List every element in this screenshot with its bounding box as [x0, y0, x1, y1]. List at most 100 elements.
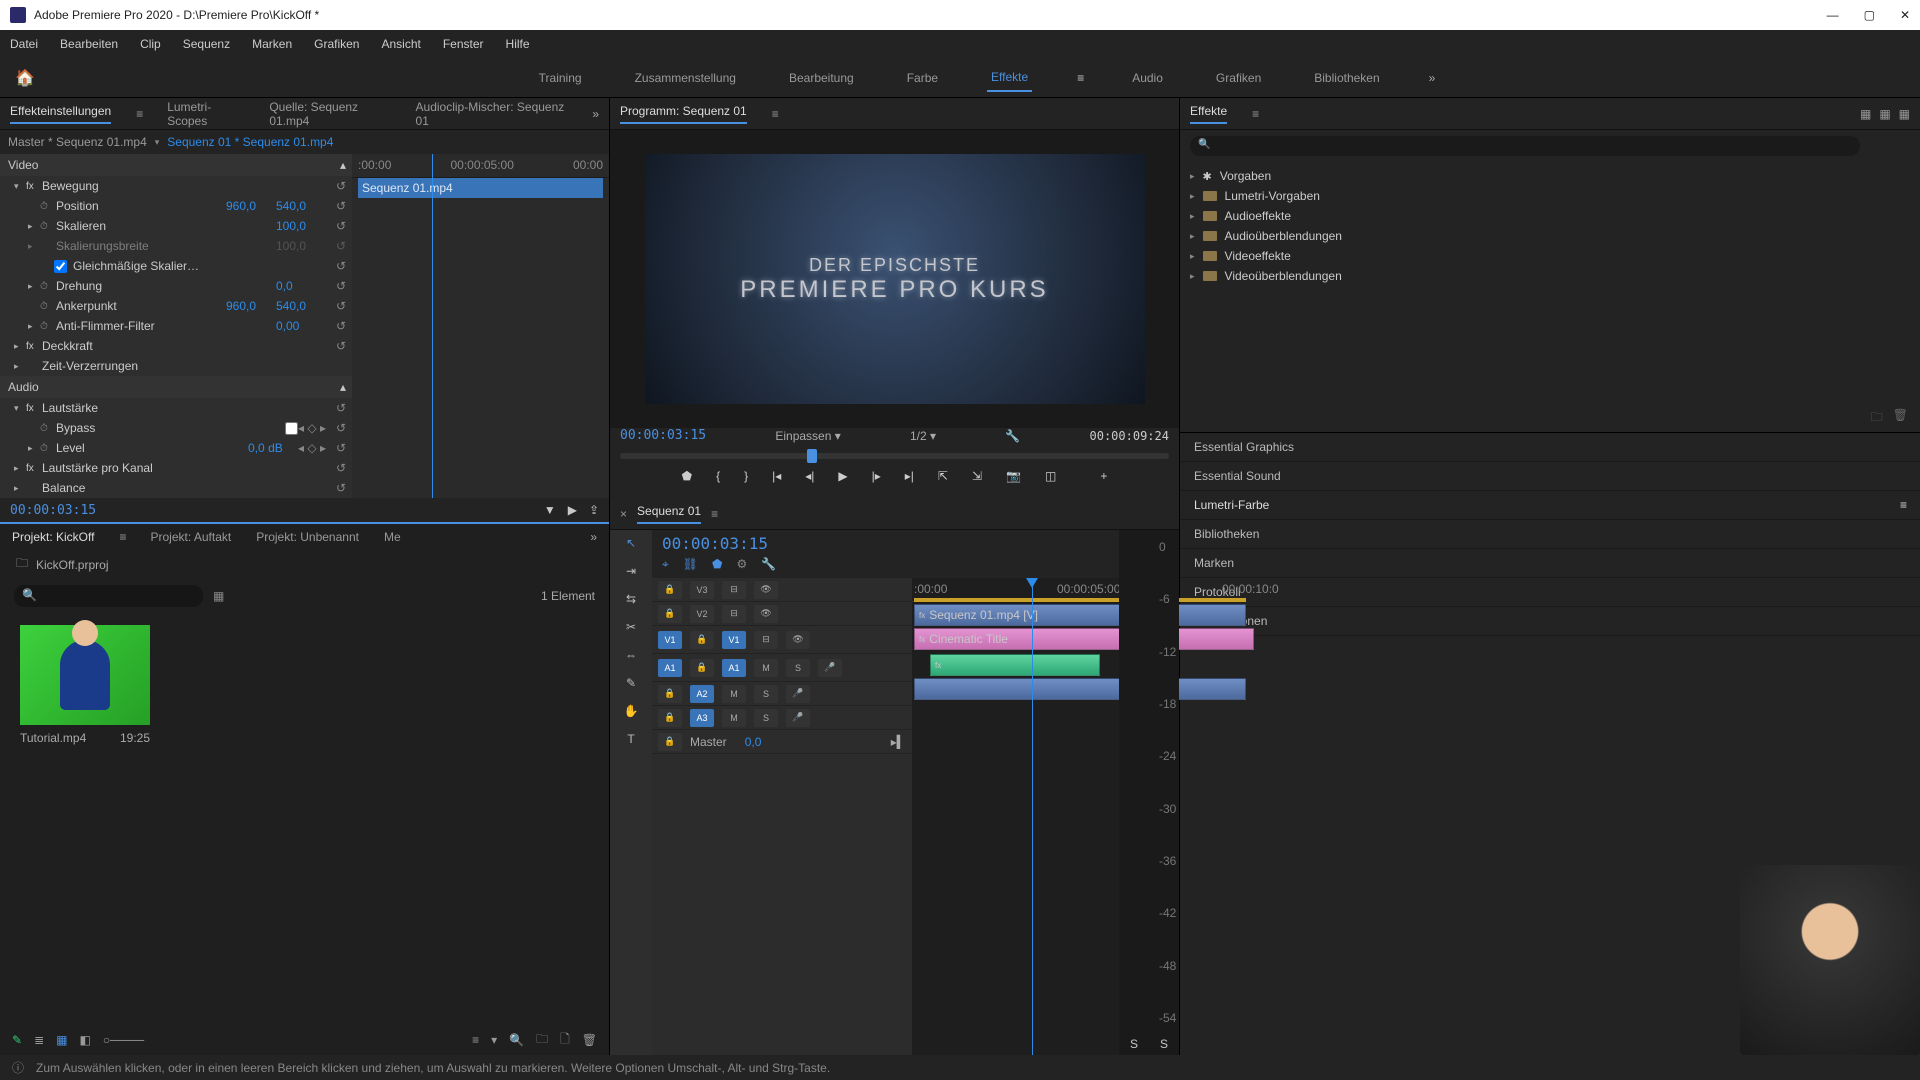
- effects-tab-menu-icon[interactable]: ≡: [1252, 107, 1258, 121]
- upload-icon[interactable]: ⇪: [589, 503, 599, 517]
- expand-icon[interactable]: ▾: [14, 403, 26, 414]
- track-master-label[interactable]: Master: [690, 735, 727, 749]
- stopwatch-icon[interactable]: ⏱: [40, 321, 56, 332]
- close-button[interactable]: ✕: [1900, 8, 1910, 22]
- ws-effekte[interactable]: Effekte: [987, 64, 1032, 92]
- anker-y[interactable]: 540,0: [276, 299, 326, 313]
- anker-x[interactable]: 960,0: [226, 299, 276, 313]
- lautstaerke-label[interactable]: Lautstärke: [42, 401, 326, 415]
- ws-grafiken[interactable]: Grafiken: [1212, 65, 1265, 91]
- expand-icon[interactable]: ▾: [14, 181, 26, 192]
- go-to-out-icon[interactable]: ▸|: [905, 469, 914, 483]
- tree-audioeffekte[interactable]: ▸Audioeffekte: [1190, 206, 1910, 226]
- menu-sequenz[interactable]: Sequenz: [183, 37, 230, 51]
- work-area-bar[interactable]: [914, 598, 1246, 602]
- ws-zusammenstellung[interactable]: Zusammenstellung: [631, 65, 740, 91]
- program-video-display[interactable]: DER EPISCHSTE PREMIERE PRO KURS: [645, 154, 1145, 404]
- deckkraft-label[interactable]: Deckkraft: [42, 339, 326, 353]
- master-level[interactable]: 0,0: [745, 735, 762, 749]
- level-value[interactable]: 0,0 dB: [248, 441, 298, 455]
- toggle-icon[interactable]: 👁: [786, 631, 810, 649]
- reset-icon[interactable]: ↺: [326, 319, 346, 333]
- clip-audio-2[interactable]: [914, 678, 1246, 700]
- ec-sequence-bar[interactable]: Sequenz 01.mp4: [358, 178, 603, 198]
- menu-fenster[interactable]: Fenster: [443, 37, 484, 51]
- voice-icon[interactable]: 🎤: [818, 659, 842, 677]
- tree-vorgaben[interactable]: ▸✱Vorgaben: [1190, 166, 1910, 186]
- lock-icon[interactable]: 🔒: [658, 733, 682, 751]
- maximize-button[interactable]: ▢: [1864, 8, 1875, 22]
- stopwatch-icon[interactable]: ⏱: [40, 201, 56, 212]
- toggle-icon[interactable]: 👁: [754, 581, 778, 599]
- panel-protokoll[interactable]: Protokoll: [1180, 578, 1920, 607]
- reset-icon[interactable]: ↺: [326, 481, 346, 495]
- new-item-icon[interactable]: 🗋: [560, 1030, 570, 1051]
- reset-icon[interactable]: ↺: [326, 299, 346, 313]
- expand-icon[interactable]: ▸: [28, 321, 40, 332]
- sync-lock-icon[interactable]: ⊟: [722, 581, 746, 599]
- drehung-value[interactable]: 0,0: [276, 279, 326, 293]
- home-icon[interactable]: 🏠: [15, 68, 35, 88]
- timeline-track-area[interactable]: :00:00 00:00:05:00 00:00:10:0 fxSequenz …: [912, 578, 1119, 1055]
- ws-audio[interactable]: Audio: [1128, 65, 1167, 91]
- menu-datei[interactable]: Datei: [10, 37, 38, 51]
- extract-icon[interactable]: ⇲: [972, 469, 982, 483]
- reset-icon[interactable]: ↺: [326, 199, 346, 213]
- reset-icon[interactable]: ↺: [326, 259, 346, 273]
- tab-projekt-auftakt[interactable]: Projekt: Auftakt: [151, 530, 232, 544]
- pen-tool-icon[interactable]: ✎: [626, 676, 636, 690]
- new-bin-icon[interactable]: 🗀: [536, 1030, 548, 1051]
- marker-add-icon[interactable]: ⬟: [712, 557, 722, 572]
- solo-left[interactable]: S: [1130, 1037, 1138, 1051]
- step-back-icon[interactable]: ◂|: [805, 469, 814, 483]
- expand-icon[interactable]: ▸: [14, 341, 26, 352]
- close-timeline-icon[interactable]: ×: [620, 507, 627, 521]
- position-y[interactable]: 540,0: [276, 199, 326, 213]
- tab-audioclip-mischer[interactable]: Audioclip-Mischer: Sequenz 01: [416, 100, 568, 128]
- mute-button[interactable]: M: [722, 685, 746, 703]
- lock-icon[interactable]: 🔒: [658, 605, 682, 623]
- tab-programm[interactable]: Programm: Sequenz 01: [620, 104, 747, 124]
- balance-label[interactable]: Balance: [42, 481, 326, 495]
- ws-bearbeitung[interactable]: Bearbeitung: [785, 65, 858, 91]
- settings-icon[interactable]: ⚙: [736, 557, 747, 572]
- marker-icon[interactable]: ⬟: [682, 469, 692, 483]
- source-a1-label[interactable]: A1: [658, 659, 682, 677]
- linked-selection-icon[interactable]: ⛓: [683, 557, 698, 572]
- menu-bearbeiten[interactable]: Bearbeiten: [60, 37, 118, 51]
- stopwatch-icon[interactable]: ⏱: [40, 443, 56, 454]
- stopwatch-icon[interactable]: ⏱: [40, 281, 56, 292]
- gleichmaessige-checkbox[interactable]: [54, 260, 67, 273]
- toggle-icon[interactable]: 👁: [754, 605, 778, 623]
- ws-farbe[interactable]: Farbe: [903, 65, 942, 91]
- position-x[interactable]: 960,0: [226, 199, 276, 213]
- reset-icon[interactable]: ↺: [326, 421, 346, 435]
- solo-button[interactable]: S: [754, 709, 778, 727]
- fx-badge-icon[interactable]: fx: [26, 463, 42, 474]
- menu-grafiken[interactable]: Grafiken: [314, 37, 359, 51]
- play-button[interactable]: ▶: [838, 469, 847, 483]
- write-icon[interactable]: ✎: [12, 1033, 22, 1047]
- reset-icon[interactable]: ↺: [326, 179, 346, 193]
- fx-preset-icon[interactable]: ▦: [1879, 107, 1890, 121]
- find-icon[interactable]: 🔍: [509, 1033, 524, 1047]
- fit-dropdown[interactable]: Einpassen: [775, 429, 831, 443]
- menu-hilfe[interactable]: Hilfe: [506, 37, 530, 51]
- panel-lumetri-farbe[interactable]: Lumetri-Farbe≡: [1180, 491, 1920, 520]
- go-to-in-icon[interactable]: |◂: [772, 469, 781, 483]
- tab-quelle[interactable]: Quelle: Sequenz 01.mp4: [269, 100, 390, 128]
- menu-ansicht[interactable]: Ansicht: [381, 37, 420, 51]
- sync-lock-icon[interactable]: ⊟: [754, 631, 778, 649]
- proj-tab-menu-icon[interactable]: ≡: [119, 530, 125, 544]
- reset-icon[interactable]: ↺: [326, 219, 346, 233]
- minimize-button[interactable]: —: [1827, 8, 1839, 22]
- solo-button[interactable]: S: [786, 659, 810, 677]
- ec-timecode[interactable]: 00:00:03:15: [10, 503, 96, 518]
- voice-icon[interactable]: 🎤: [786, 685, 810, 703]
- lock-icon[interactable]: 🔒: [658, 685, 682, 703]
- keyframe-nav-icon[interactable]: ◂ ◇ ▸: [298, 441, 326, 455]
- lock-icon[interactable]: 🔒: [690, 631, 714, 649]
- hand-tool-icon[interactable]: ✋: [624, 704, 639, 718]
- out-point-icon[interactable]: }: [744, 469, 748, 483]
- lock-icon[interactable]: 🔒: [658, 581, 682, 599]
